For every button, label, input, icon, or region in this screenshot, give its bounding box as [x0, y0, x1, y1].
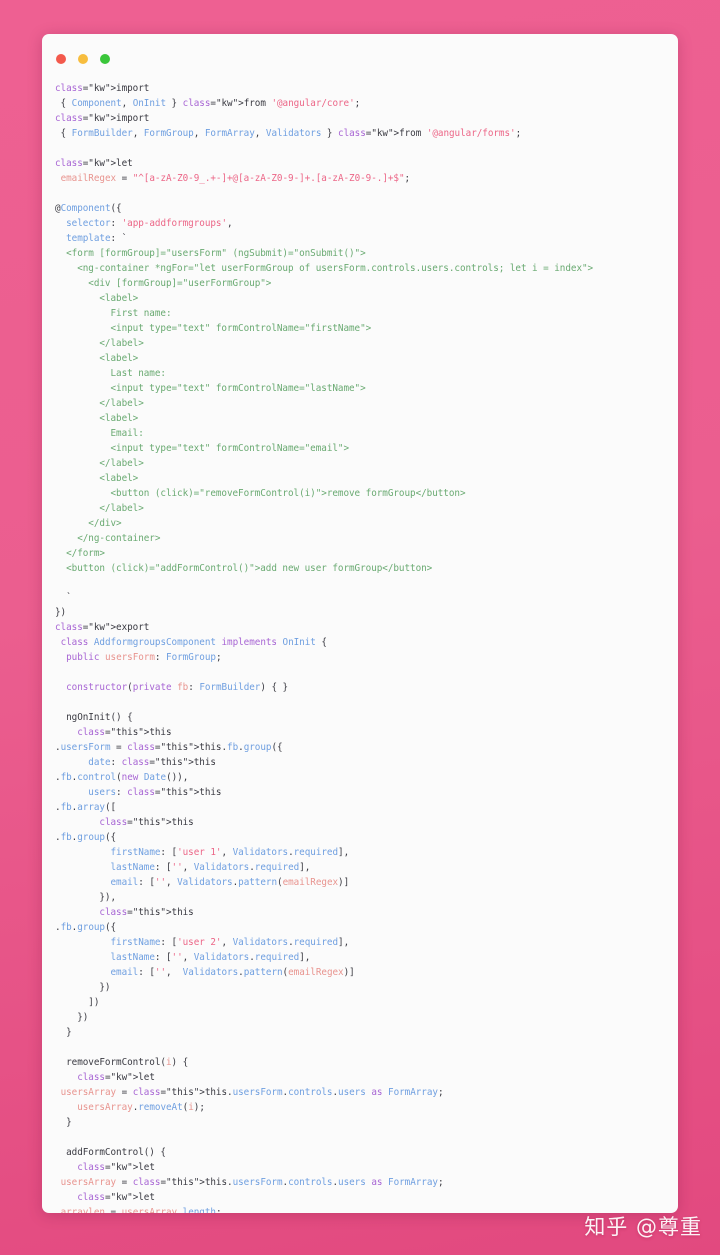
watermark-label: 知乎 @尊重	[584, 1215, 702, 1239]
code-line: <ng-container *ngFor="let userFormGroup …	[55, 262, 594, 274]
code-line: lastName: ['', Validators.required],	[110, 952, 311, 964]
code-line: <button (click)="addFormControl()">add n…	[55, 562, 433, 574]
code-line: users: class="this">this	[88, 787, 222, 799]
code-line: lastName: ['', Validators.required],	[110, 862, 311, 874]
zoom-icon[interactable]	[100, 53, 111, 64]
close-icon[interactable]	[56, 53, 66, 64]
code-line: }	[55, 1116, 72, 1128]
code-line: addFormControl() {	[55, 1146, 166, 1158]
code-line: email: ['', Validators.pattern(emailRege…	[110, 877, 350, 889]
code-line: date: class="this">this	[88, 757, 216, 769]
code-line: firstName: ['user 2', Validators.require…	[110, 937, 350, 949]
code-line: class="kw">let	[77, 1191, 155, 1203]
code-line: })	[55, 982, 111, 994]
code-line: </div>	[55, 517, 122, 529]
code-window-card: class="kw">import { Component, OnInit } …	[42, 34, 678, 1213]
code-line: removeFormControl(i) {	[55, 1056, 189, 1068]
code-line: constructor(private fb: FormBuilder) { }	[66, 682, 289, 694]
code-block: class="kw">import { Component, OnInit } …	[42, 64, 678, 1213]
code-line: </label>	[55, 502, 144, 514]
code-line: <input type="text" formControlName="last…	[55, 382, 366, 394]
code-line: firstName: ['user 1', Validators.require…	[110, 847, 350, 859]
minimize-icon[interactable]	[78, 53, 89, 64]
code-line: <input type="text" formControlName="emai…	[55, 442, 350, 454]
code-line: <button (click)="removeFormControl(i)">r…	[55, 487, 466, 499]
code-line: ngOnInit() {	[55, 712, 133, 724]
code-line: Last name:	[55, 367, 166, 379]
code-line: class="kw">export	[55, 622, 150, 634]
code-line: class="this">this	[99, 907, 194, 919]
code-line: <input type="text" formControlName="firs…	[55, 322, 372, 334]
code-line: selector: 'app-addformgroups',	[66, 217, 233, 229]
code-line: email: ['', Validators.pattern(emailRege…	[110, 967, 355, 979]
code-line: template: `	[66, 232, 128, 244]
code-line: <label>	[55, 352, 139, 364]
code-line: class="kw">import	[55, 112, 150, 124]
code-line: First name:	[55, 307, 172, 319]
code-line: class="this">this	[99, 817, 194, 829]
code-line: </form>	[55, 547, 105, 559]
window-titlebar	[42, 34, 678, 64]
code-line: class="this">this	[77, 727, 172, 739]
code-line: class="kw">import	[55, 83, 150, 94]
code-line: Email:	[55, 427, 144, 439]
code-line: <form [formGroup]="usersForm" (ngSubmit)…	[55, 247, 366, 259]
code-line: }),	[55, 892, 117, 904]
code-line: </label>	[55, 397, 144, 409]
code-line: <label>	[55, 472, 139, 484]
code-line: class="kw">let	[77, 1071, 155, 1083]
code-line: </label>	[55, 337, 144, 349]
code-line: usersArray.removeAt(i);	[77, 1101, 205, 1113]
code-line: class="kw">let	[55, 157, 133, 169]
code-line: </ng-container>	[55, 532, 161, 544]
code-line: <label>	[55, 412, 139, 424]
code-line: </label>	[55, 457, 144, 469]
code-line: }	[55, 1027, 72, 1038]
code-line: class="kw">let	[77, 1161, 155, 1173]
code-line: })	[55, 607, 67, 619]
code-line: <div [formGroup]="userFormGroup">	[55, 277, 272, 289]
code-line: public usersForm: FormGroup;	[66, 652, 222, 664]
code-line: })	[55, 1012, 89, 1024]
code-line: ])	[55, 997, 100, 1009]
code-line: <label>	[55, 292, 139, 304]
code-line: `	[55, 592, 72, 604]
code-line: @Component({	[55, 202, 122, 214]
